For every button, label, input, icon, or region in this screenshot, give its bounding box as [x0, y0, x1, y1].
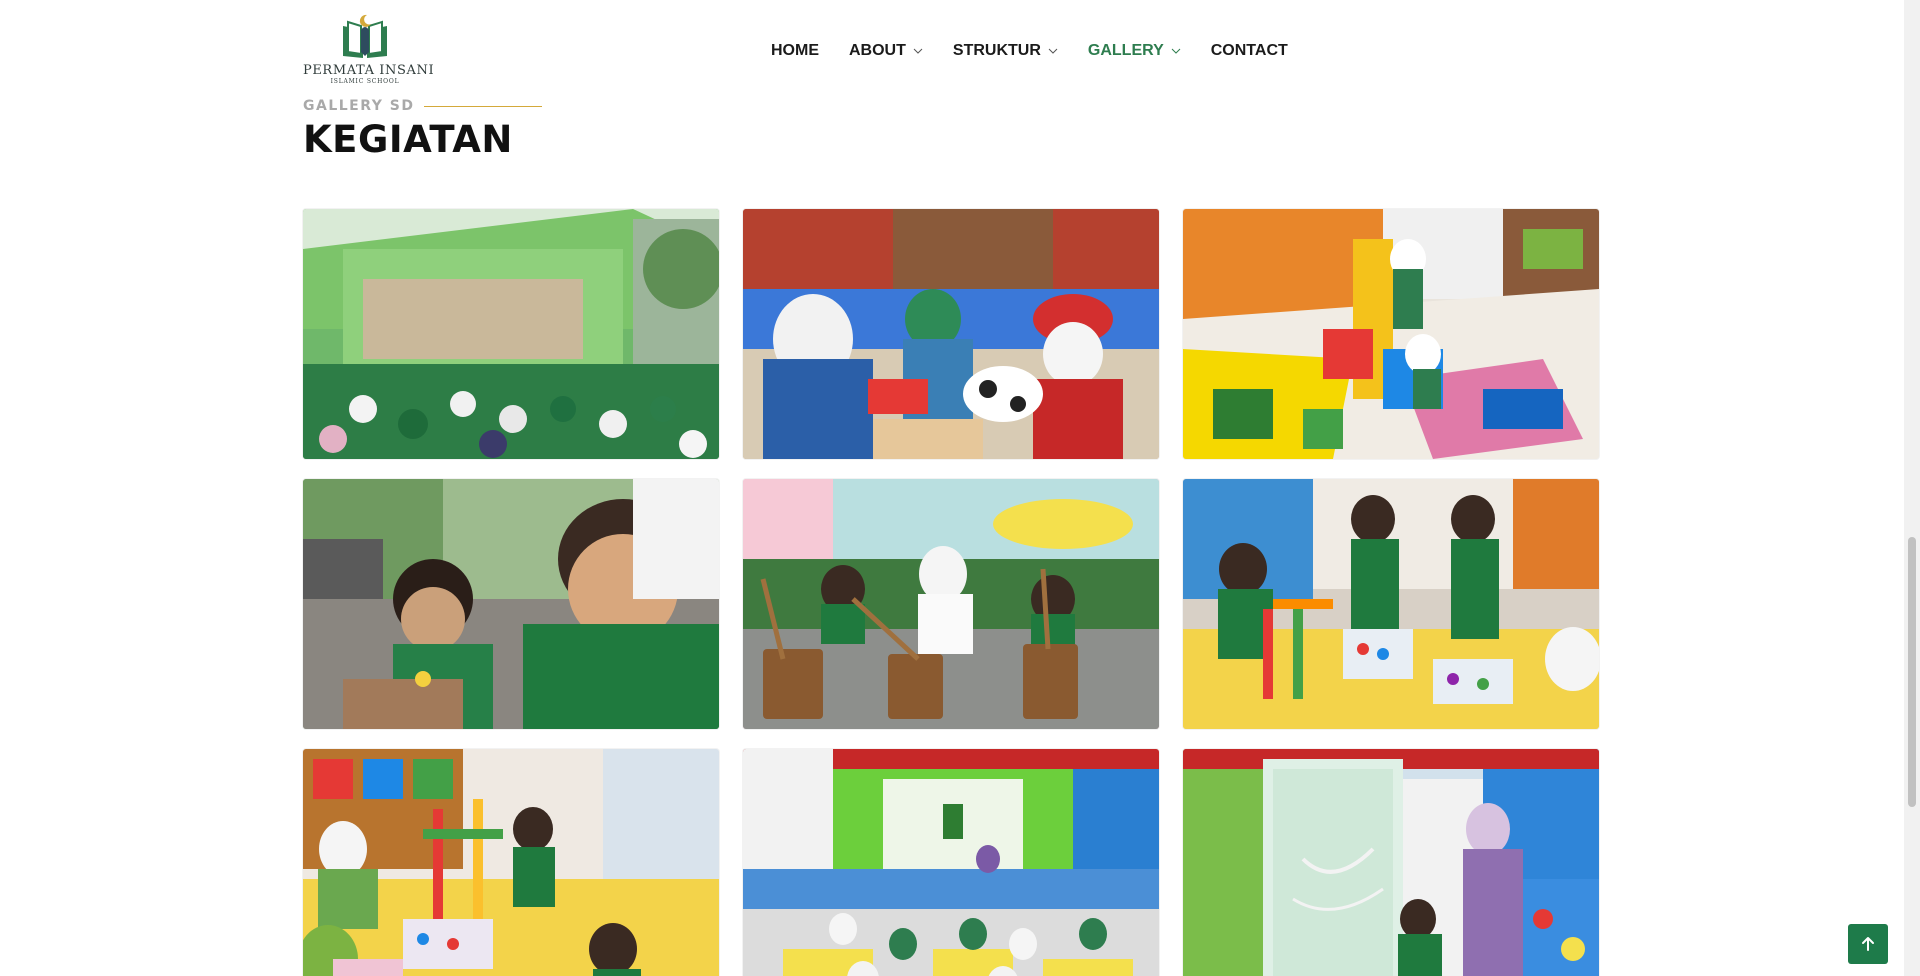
subtitle-divider: [424, 105, 543, 107]
gallery-photo[interactable]: [303, 479, 719, 729]
logo-subtitle: ISLAMIC SCHOOL: [330, 78, 400, 85]
photo-kids-playing: [743, 209, 1159, 459]
section-subtitle-row: GALLERY SD: [303, 96, 543, 116]
book-crescent-logo-icon: [343, 14, 387, 58]
gallery-photo[interactable]: [743, 479, 1159, 729]
school-logo[interactable]: PERMATA INSANI ISLAMIC SCHOOL: [303, 12, 435, 86]
main-nav: HOME ABOUT STRUKTUR GALLERY CONTACT: [771, 40, 1318, 62]
photo-classroom-activity: [303, 749, 719, 976]
photo-teacher-smartboard: [1183, 749, 1599, 976]
logo-name: PERMATA INSANI: [303, 63, 435, 78]
nav-contact-label: CONTACT: [1210, 42, 1288, 59]
nav-gallery[interactable]: GALLERY: [1088, 42, 1181, 60]
gallery-photo[interactable]: [1183, 749, 1599, 976]
chevron-down-icon: [1171, 48, 1181, 54]
photo-gallery: [303, 209, 1600, 976]
gallery-photo[interactable]: [303, 209, 719, 459]
photo-school-assembly: [303, 209, 719, 459]
photo-boy-clay: [303, 479, 719, 729]
back-to-top-button[interactable]: [1848, 924, 1888, 964]
nav-about-label: ABOUT: [849, 42, 906, 59]
gallery-photo[interactable]: [743, 209, 1159, 459]
photo-mortar-pestle: [743, 479, 1159, 729]
page-title: KEGIATAN: [303, 118, 513, 161]
gallery-photo[interactable]: [1183, 479, 1599, 729]
photo-bead-stacking: [1183, 479, 1599, 729]
nav-struktur[interactable]: STRUKTUR: [953, 42, 1058, 60]
gallery-photo[interactable]: [303, 749, 719, 976]
nav-struktur-label: STRUKTUR: [952, 42, 1041, 59]
chevron-down-icon: [913, 48, 923, 54]
nav-about[interactable]: ABOUT: [849, 42, 923, 60]
arrow-up-icon: [1862, 937, 1874, 951]
photo-building-blocks: [1183, 209, 1599, 459]
chevron-down-icon: [1048, 48, 1058, 54]
page-scrollbar[interactable]: [1904, 0, 1920, 976]
nav-home[interactable]: HOME: [771, 42, 819, 60]
gallery-photo[interactable]: [743, 749, 1159, 976]
gallery-photo[interactable]: [1183, 209, 1599, 459]
nav-gallery-label: GALLERY: [1087, 42, 1164, 59]
nav-home-label: HOME: [771, 42, 819, 59]
site-header: PERMATA INSANI ISLAMIC SCHOOL HOME ABOUT…: [0, 0, 1904, 100]
nav-contact[interactable]: CONTACT: [1211, 42, 1288, 60]
photo-classroom-projector: [743, 749, 1159, 976]
scrollbar-thumb[interactable]: [1908, 537, 1916, 807]
section-subtitle: GALLERY SD: [303, 98, 415, 114]
